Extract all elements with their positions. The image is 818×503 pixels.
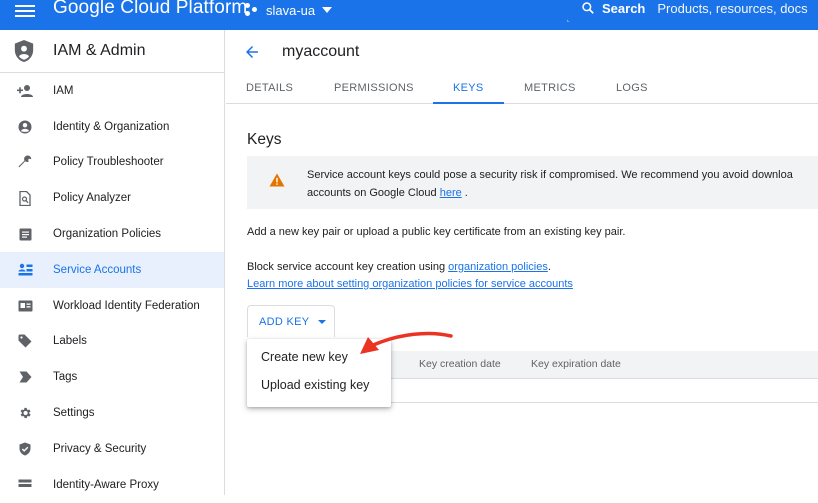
main-content: myaccount DETAILS PERMISSIONS KEYS METRI… [226,30,818,495]
sidebar-item-settings[interactable]: Settings [0,395,224,431]
tab-permissions[interactable]: PERMISSIONS [334,82,414,104]
chevron-down-icon [322,7,333,13]
sidebar-item-service-accounts[interactable]: Service Accounts [0,251,224,288]
search-box[interactable]: Search Products, resources, docs [565,0,818,24]
tab-bar: DETAILS PERMISSIONS KEYS METRICS LOGS [226,75,818,104]
list-document-icon [17,226,33,242]
warning-text: Service account keys could pose a securi… [307,166,793,202]
tab-details[interactable]: DETAILS [246,82,293,104]
add-key-description: Add a new key pair or upload a public ke… [247,226,626,238]
sidebar-item-identity-aware-proxy[interactable]: Identity-Aware Proxy [0,467,224,503]
hamburger-menu-icon[interactable] [15,3,35,21]
sidebar-item-label: Labels [53,335,87,348]
sidebar-header: IAM & Admin [0,30,224,73]
page-title: myaccount [282,42,360,60]
block-creation-text: Block service account key creation using [247,261,449,273]
section-title: Keys [247,131,282,148]
sidebar-item-label: Organization Policies [53,228,162,241]
annotation-arrow [360,331,453,354]
sidebar-item-label: Settings [53,407,95,420]
project-selector[interactable]: slava-ua [245,0,333,20]
sidebar-item-label: Tags [53,371,78,384]
person-add-icon [17,83,33,99]
iam-shield-icon [14,40,34,62]
tab-logs[interactable]: LOGS [616,82,648,104]
column-key-expiration-date: Key expiration date [531,358,621,370]
sidebar-item-labels[interactable]: Labels [0,324,224,360]
sidebar-item-privacy-security[interactable]: Privacy & Security [0,431,224,467]
warning-line-1: Service account keys could pose a securi… [307,169,793,181]
product-brand[interactable]: Google Cloud Platform [53,0,247,19]
sidebar-item-label: Policy Analyzer [53,192,131,205]
sidebar-item-label: Workload Identity Federation [53,299,200,312]
sidebar-item-label: Service Accounts [53,263,142,276]
document-search-icon [17,190,33,206]
menu-item-upload-existing-key[interactable]: Upload existing key [247,371,391,399]
gear-icon [17,405,33,421]
page-header: myaccount [226,30,818,73]
back-arrow-icon[interactable] [243,43,261,61]
search-icon [582,2,594,14]
sidebar-title: IAM & Admin [53,42,146,59]
sidebar-item-label: Identity & Organization [53,120,170,133]
sidebar-item-label: Privacy & Security [53,442,147,455]
organization-policies-link[interactable]: organization policies [448,261,548,273]
add-key-button[interactable]: ADD KEY [247,305,335,337]
key-policy-text: Block service account key creation using… [247,259,573,292]
period-text: . [547,261,551,273]
project-dots-icon [245,3,259,17]
tag-icon [17,369,33,385]
sidebar-item-identity-organization[interactable]: Identity & Organization [0,109,224,145]
wrench-icon [17,154,33,170]
learn-more-link[interactable]: Learn more about setting organization po… [247,278,573,290]
search-label: Search [602,0,646,16]
add-key-label: ADD KEY [259,315,310,328]
warning-line-2-prefix: accounts on Google Cloud [307,187,440,199]
label-icon [17,333,33,349]
service-account-icon [17,262,33,278]
sidebar: IAM & Admin IAM Identity & Organization … [0,30,225,495]
search-placeholder: Products, resources, docs [657,0,808,16]
sidebar-item-tags[interactable]: Tags [0,359,224,395]
tab-metrics[interactable]: METRICS [524,82,576,104]
warning-line-2-suffix: . [461,187,468,199]
sidebar-item-label: Identity-Aware Proxy [53,478,159,491]
sidebar-item-organization-policies[interactable]: Organization Policies [0,216,224,252]
sidebar-item-policy-analyzer[interactable]: Policy Analyzer [0,180,224,216]
warning-banner: Service account keys could pose a securi… [247,156,818,209]
account-circle-icon [17,119,33,135]
warning-icon [269,173,285,187]
sidebar-item-label: Policy Troubleshooter [53,156,164,169]
warning-here-link[interactable]: here [440,187,462,199]
tab-keys[interactable]: KEYS [433,82,504,104]
sidebar-item-label: IAM [53,84,74,97]
chevron-down-icon [318,319,327,324]
sidebar-item-policy-troubleshooter[interactable]: Policy Troubleshooter [0,145,224,181]
proxy-icon [17,477,33,493]
sidebar-item-workload-identity-federation[interactable]: Workload Identity Federation [0,288,224,324]
project-name: slava-ua [266,2,316,18]
id-card-icon [17,298,33,314]
top-app-bar: Google Cloud Platform slava-ua Search Pr… [0,0,818,30]
sidebar-item-iam[interactable]: IAM [0,73,224,109]
shield-icon [17,441,33,457]
